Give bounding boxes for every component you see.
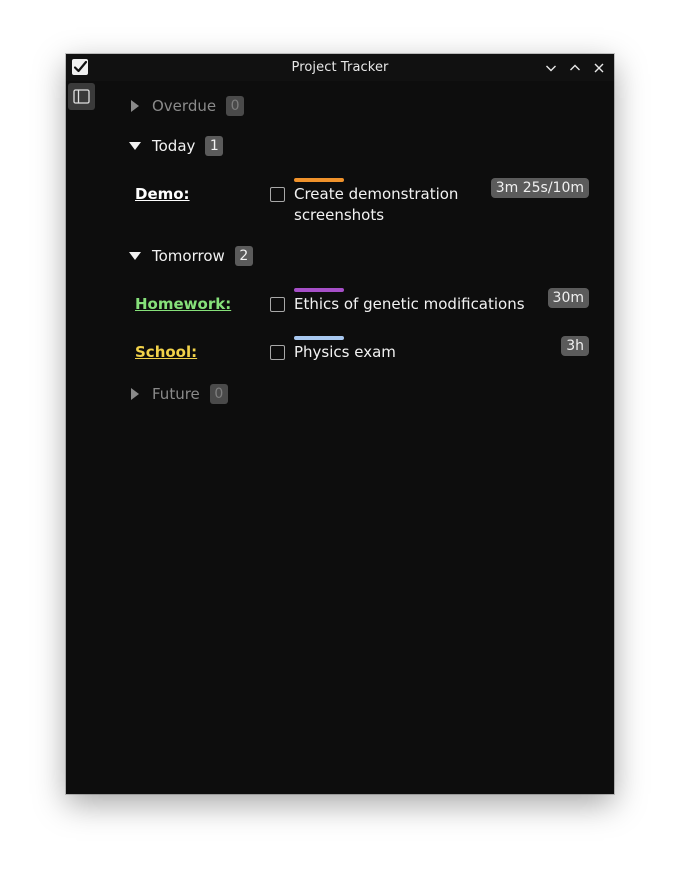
task-title[interactable]: Physics exam	[294, 342, 396, 363]
group-header-overdue[interactable]: Overdue 0	[128, 95, 245, 117]
group-label: Future	[152, 385, 200, 403]
count-badge: 0	[209, 384, 228, 404]
group-label: Today	[152, 137, 196, 155]
close-icon	[594, 63, 604, 73]
task-title-line: screenshots	[294, 206, 385, 224]
time-badge: 3m 25s/10m	[490, 178, 589, 198]
count-badge: 0	[226, 96, 245, 116]
project-link-school[interactable]: School:	[135, 343, 197, 361]
time-badge: 30m	[547, 288, 589, 308]
group-header-today[interactable]: Today 1	[128, 135, 224, 157]
task-title[interactable]: Create demonstration screenshots	[294, 184, 458, 226]
task-title[interactable]: Ethics of genetic modifications	[294, 294, 525, 315]
task-list: Overdue 0 Today 1 Demo: Create demonstra…	[66, 81, 614, 794]
task-checkbox[interactable]	[270, 345, 285, 360]
triangle-right-icon	[128, 388, 142, 400]
project-link-homework[interactable]: Homework:	[135, 295, 231, 313]
chevron-up-icon	[570, 64, 580, 71]
group-header-tomorrow[interactable]: Tomorrow 2	[128, 245, 253, 267]
count-badge: 2	[234, 246, 253, 266]
count-badge: 1	[205, 136, 224, 156]
project-color-strip	[294, 288, 344, 292]
task-checkbox[interactable]	[270, 297, 285, 312]
window-title: Project Tracker	[291, 60, 389, 75]
maximize-button[interactable]	[566, 59, 584, 77]
task-title-line: Create demonstration	[294, 185, 459, 203]
close-button[interactable]	[590, 59, 608, 77]
chevron-down-icon	[546, 65, 556, 72]
triangle-down-icon	[128, 140, 142, 152]
triangle-down-icon	[128, 250, 142, 262]
project-color-strip	[294, 178, 344, 182]
group-header-future[interactable]: Future 0	[128, 383, 228, 405]
triangle-right-icon	[128, 100, 142, 112]
group-label: Tomorrow	[152, 247, 225, 265]
group-label: Overdue	[152, 97, 217, 115]
app-window: Project Tracker Overdue 0 Today 1 Demo: …	[66, 54, 614, 794]
title-bar: Project Tracker	[66, 54, 614, 81]
time-badge: 3h	[561, 336, 589, 356]
minimize-button[interactable]	[542, 59, 560, 77]
project-color-strip	[294, 336, 344, 340]
task-checkbox[interactable]	[270, 187, 285, 202]
project-link-demo[interactable]: Demo:	[135, 185, 190, 203]
